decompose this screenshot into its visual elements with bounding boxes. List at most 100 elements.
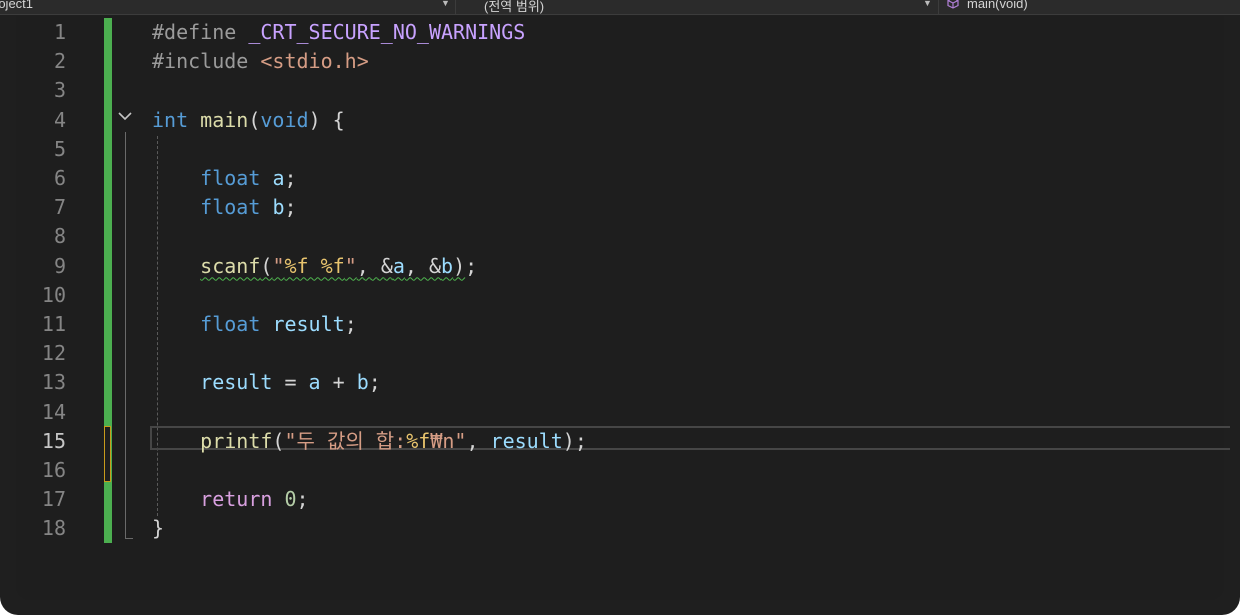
code-text: int main(void) {: [152, 106, 345, 135]
line-number: 15: [41, 428, 66, 453]
code-token: b: [272, 195, 285, 220]
code-token: ;: [465, 253, 478, 278]
navigation-bar: roject1 ▼ (전역 범위) ▼ main(void): [0, 0, 1240, 15]
code-line[interactable]: 9 scanf("%f %f", &a, &b);: [16, 252, 1224, 281]
code-token: , &: [404, 253, 442, 278]
code-token: ): [453, 253, 466, 278]
line-number: 1: [53, 20, 66, 44]
code-line[interactable]: 17 return 0;: [16, 485, 1224, 514]
code-token: (: [248, 107, 261, 132]
code-token: float: [200, 312, 261, 336]
code-token: ) {: [308, 107, 345, 132]
code-token: void: [260, 107, 309, 132]
code-token: scanf: [200, 253, 261, 278]
line-number: 17: [41, 487, 66, 512]
code-line[interactable]: 6 float a;: [16, 164, 1224, 193]
code-token: );: [562, 428, 587, 453]
code-line[interactable]: 5: [16, 135, 1224, 164]
project-label: roject1: [0, 0, 34, 11]
line-number: 4: [53, 107, 66, 132]
code-token: result: [490, 428, 563, 453]
line-number: 8: [53, 224, 66, 249]
cube-icon: [947, 0, 959, 9]
line-number: 16: [41, 458, 66, 482]
code-token: =: [272, 370, 309, 395]
code-line[interactable]: 18}: [16, 514, 1224, 543]
code-text: float a;: [152, 164, 297, 193]
code-token: <stdio.h>: [260, 49, 369, 74]
code-line[interactable]: 4 int main(void) {: [16, 106, 1224, 135]
code-line[interactable]: 13 result = a + b;: [16, 368, 1224, 397]
code-text: }: [152, 514, 164, 543]
line-number: 7: [53, 195, 66, 220]
code-token: result: [272, 312, 345, 336]
code-line[interactable]: 8: [16, 222, 1224, 251]
code-line[interactable]: 16: [16, 456, 1224, 485]
code-token: ;: [284, 166, 297, 190]
code-token: ;: [344, 312, 357, 336]
code-token: }: [152, 516, 165, 541]
code-token: b: [356, 370, 369, 395]
code-token: +: [320, 370, 357, 395]
line-number: 18: [41, 516, 66, 541]
code-line[interactable]: 1 #define _CRT_SECURE_NO_WARNINGS: [16, 18, 1224, 47]
code-token: %f: [406, 428, 431, 453]
line-number: 12: [41, 341, 66, 366]
code-token: a: [272, 166, 285, 190]
line-number: 6: [53, 166, 66, 190]
code-text: return 0;: [152, 485, 309, 514]
code-text: #define _CRT_SECURE_NO_WARNINGS: [152, 18, 525, 47]
line-number: 13: [41, 370, 66, 395]
code-token: return: [200, 487, 273, 512]
code-token: _CRT_SECURE_NO_WARNINGS: [248, 20, 526, 44]
code-line[interactable]: 7 float b;: [16, 193, 1224, 222]
member-dropdown[interactable]: main(void): [942, 0, 1240, 14]
code-token: a: [392, 253, 405, 278]
code-text: scanf("%f %f", &a, &b);: [152, 252, 477, 281]
code-editor-window: roject1 ▼ (전역 범위) ▼ main(void) 1#define …: [0, 0, 1240, 615]
code-editor[interactable]: 1 #define _CRT_SECURE_NO_WARNINGS 2 #includ…: [16, 16, 1230, 600]
line-number: 2: [53, 49, 66, 74]
code-token: float: [200, 195, 261, 220]
code-token: #define: [152, 20, 249, 44]
code-token: ,: [466, 428, 491, 453]
code-line[interactable]: 3: [16, 76, 1224, 105]
scope-dropdown[interactable]: (전역 범위) ▼: [460, 0, 939, 14]
code-token: int: [152, 107, 189, 132]
chevron-down-icon: ▼: [923, 0, 932, 8]
code-token: (: [260, 253, 273, 278]
line-number: 10: [41, 282, 66, 307]
line-number: 9: [53, 253, 66, 278]
code-line[interactable]: 11 float result;: [16, 310, 1224, 339]
code-line[interactable]: 14: [16, 398, 1224, 427]
code-line[interactable]: 15 printf("두 값의 합:%f₩n", result);: [16, 427, 1224, 456]
code-token: ;: [284, 195, 297, 220]
code-text: printf("두 값의 합:%f₩n", result);: [152, 427, 587, 456]
code-token: ₩n": [430, 428, 467, 453]
project-dropdown[interactable]: roject1 ▼: [0, 0, 456, 14]
code-line[interactable]: 12: [16, 339, 1224, 368]
code-token: (: [272, 428, 285, 453]
code-token: "두 값의 합:: [284, 428, 407, 453]
code-token: ;: [296, 487, 309, 512]
code-line[interactable]: 10: [16, 281, 1224, 310]
line-number: 3: [53, 78, 66, 103]
code-line[interactable]: 2 #include <stdio.h>: [16, 47, 1224, 76]
scope-label: (전역 범위): [484, 0, 545, 14]
line-number: 5: [53, 136, 66, 161]
code-token: %f %f: [284, 253, 345, 278]
code-token: main: [200, 107, 249, 132]
code-token: b: [441, 253, 454, 278]
code-token: ": [272, 253, 285, 278]
code-token: printf: [200, 428, 273, 453]
